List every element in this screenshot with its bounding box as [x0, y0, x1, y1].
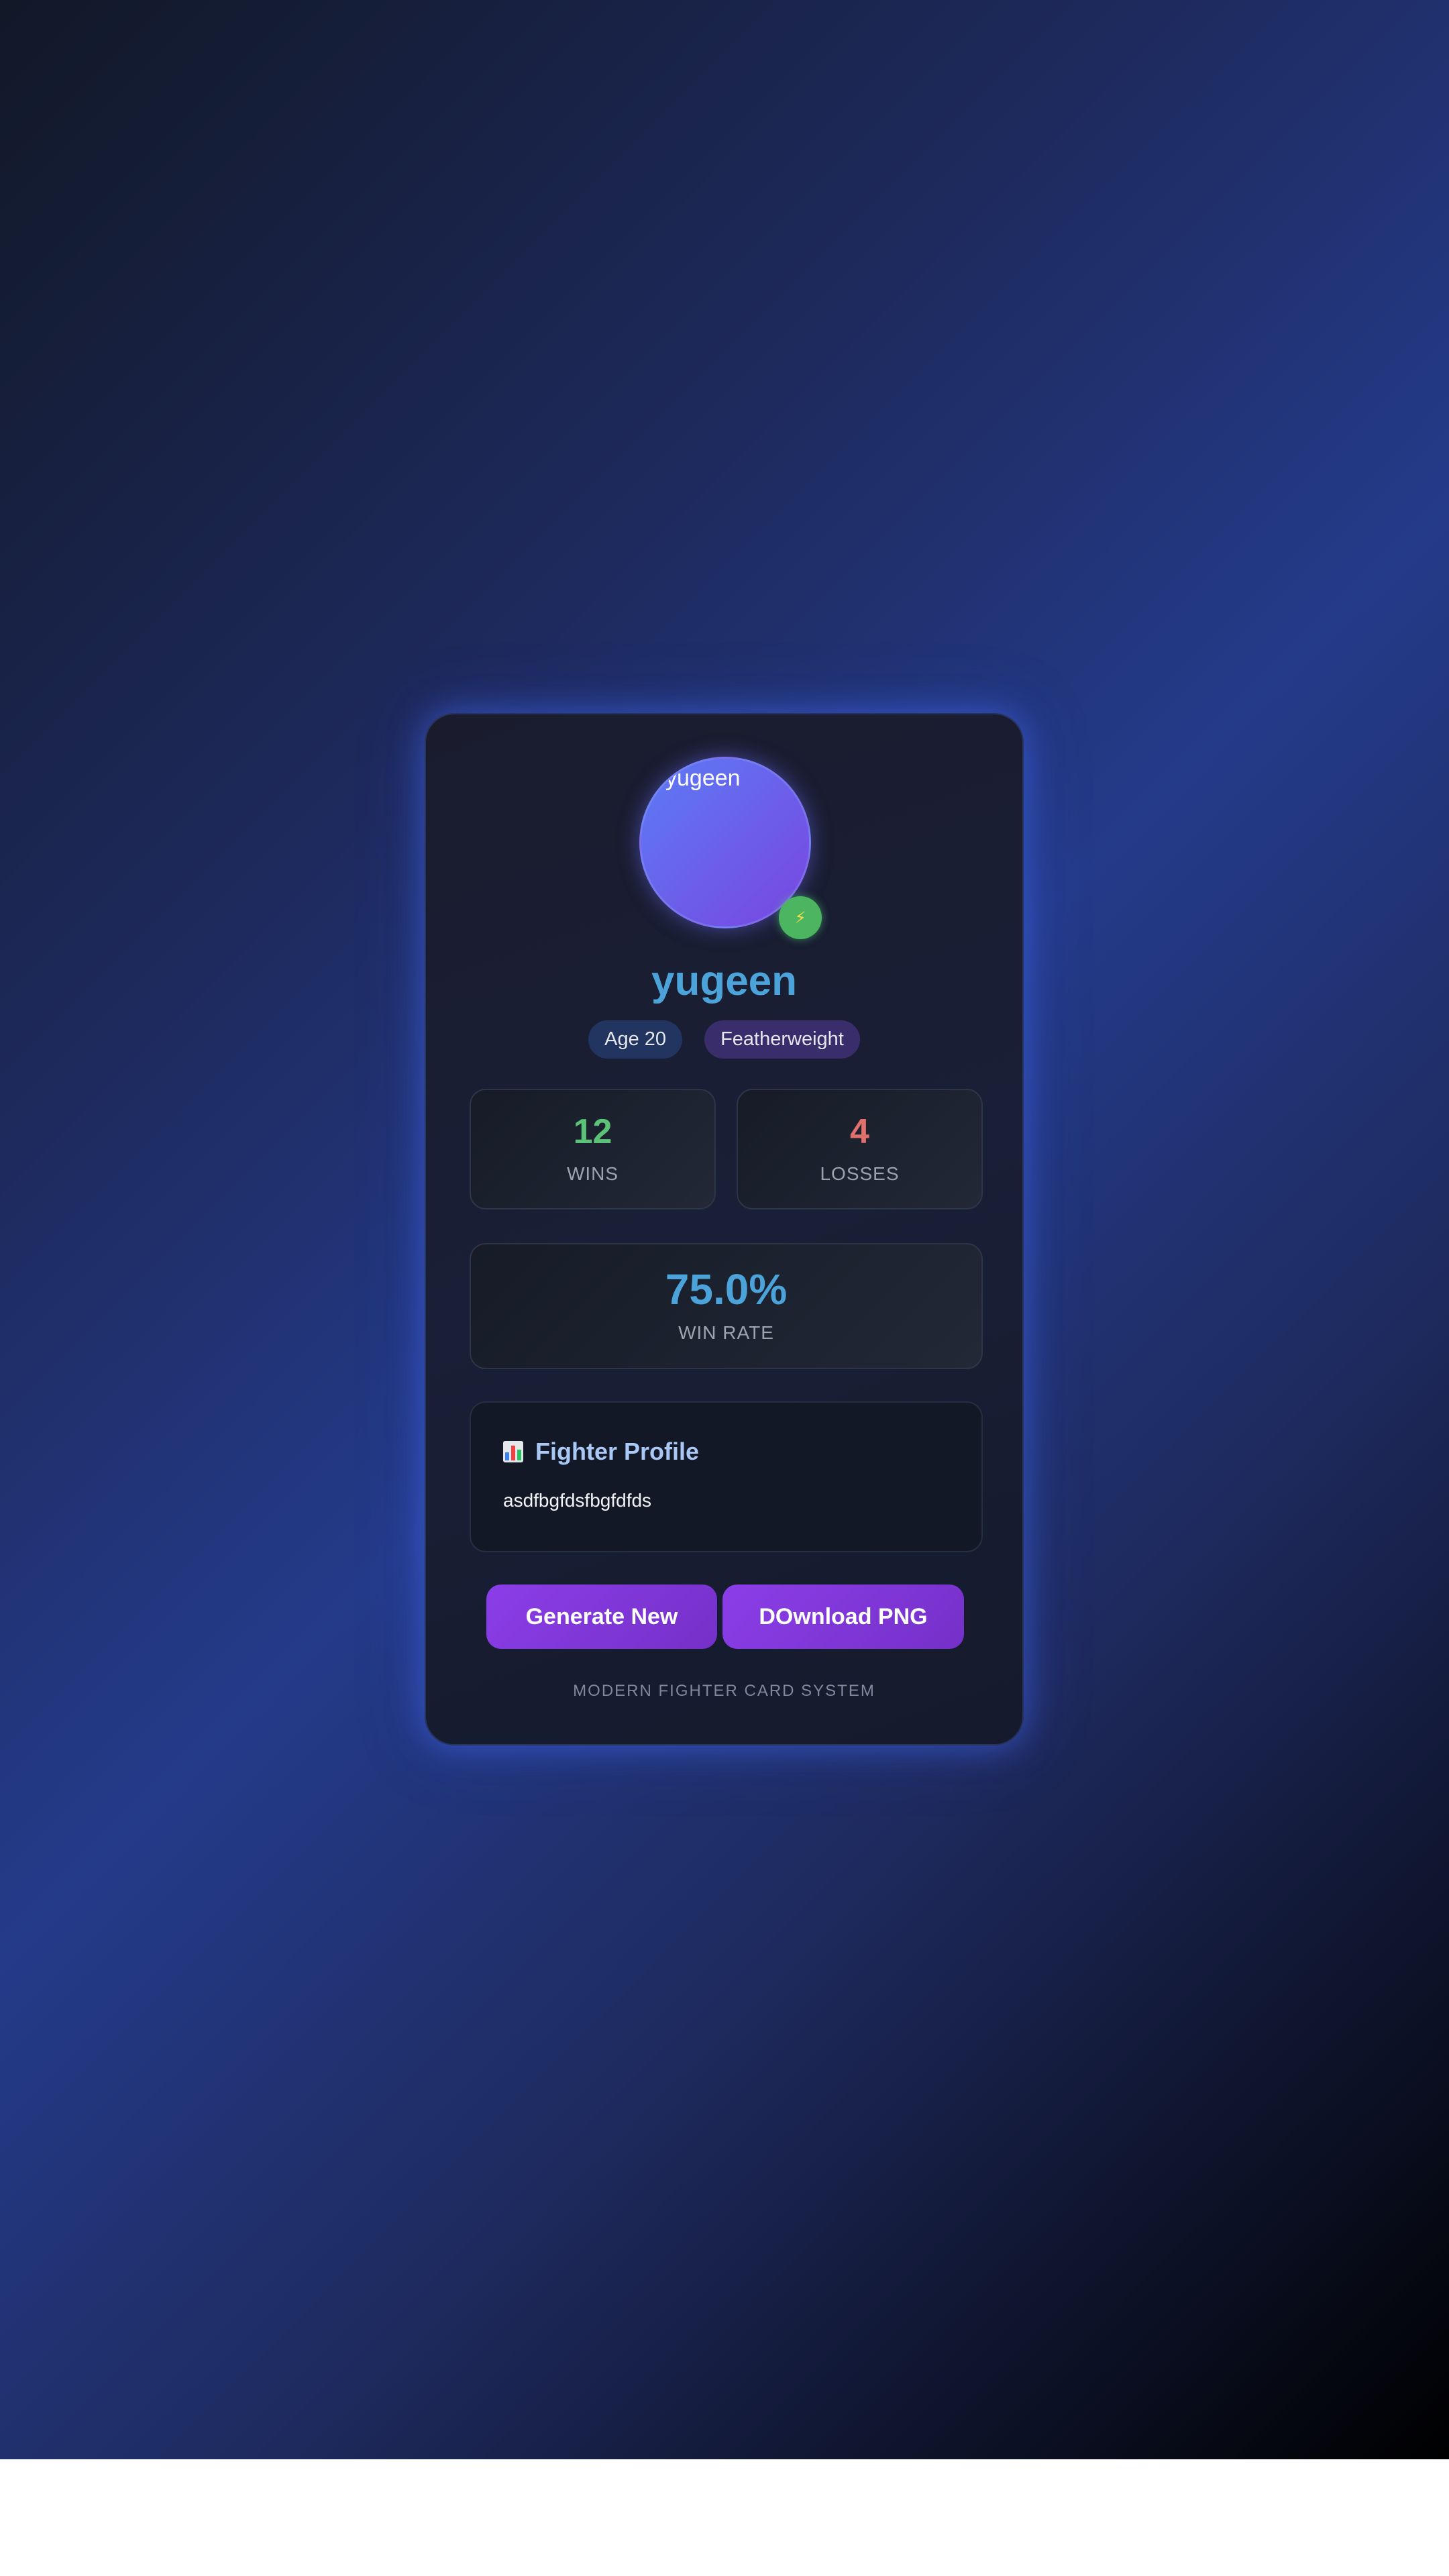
- download-png-button[interactable]: DOwnload PNG: [722, 1585, 964, 1649]
- profile-description: asdfbgfdsfbgfdfds: [503, 1490, 652, 1511]
- generate-new-button[interactable]: Generate New: [486, 1585, 717, 1649]
- win-rate-stat: 75.0% WIN RATE: [470, 1243, 983, 1369]
- footer-text: MODERN FIGHTER CARD SYSTEM: [573, 1682, 875, 1700]
- win-rate-label: WIN RATE: [678, 1322, 774, 1343]
- bar-chart-icon: [503, 1441, 523, 1462]
- wins-value: 12: [573, 1112, 612, 1151]
- fighter-name: yugeen: [651, 958, 798, 1004]
- fighter-profile-section: Fighter Profile asdfbgfdsfbgfdfds: [470, 1401, 983, 1552]
- wins-label: WINS: [566, 1163, 619, 1184]
- losses-value: 4: [850, 1112, 869, 1151]
- profile-title: Fighter Profile: [535, 1438, 700, 1465]
- avatar-alt-text: yugeen: [665, 765, 741, 791]
- fighter-tags: Age 20 Featherweight: [426, 1020, 1022, 1059]
- losses-label: LOSSES: [820, 1163, 900, 1184]
- profile-heading: Fighter Profile: [503, 1438, 699, 1466]
- win-rate-value: 75.0%: [665, 1265, 788, 1313]
- weight-class-tag: Featherweight: [704, 1020, 860, 1059]
- age-tag: Age 20: [588, 1020, 683, 1059]
- losses-stat: 4 LOSSES: [737, 1089, 983, 1210]
- wins-stat: 12 WINS: [470, 1089, 716, 1210]
- fighter-card: yugeen ⚡ yugeen Age 20 Featherweight 12 …: [425, 713, 1024, 1746]
- lightning-icon: ⚡: [779, 896, 822, 939]
